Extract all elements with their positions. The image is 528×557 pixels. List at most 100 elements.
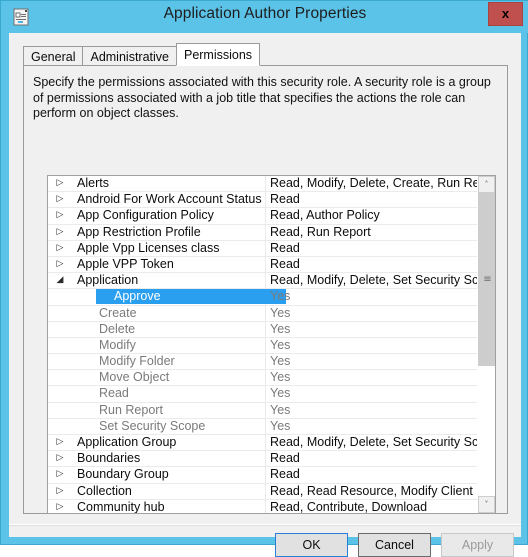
expander-collapsed-icon[interactable]: ▷ bbox=[53, 176, 67, 191]
description-text: Specify the permissions associated with … bbox=[33, 75, 491, 120]
table-row[interactable]: ▷ Apple Vpp Licenses class Read bbox=[48, 241, 478, 257]
table-row[interactable]: ▷ Boundary Group Read bbox=[48, 467, 478, 484]
expander-none-icon bbox=[53, 289, 67, 304]
table-row[interactable]: ▷ Collection Read, Read Resource, Modify C… bbox=[48, 484, 478, 500]
row-operations: Read, Read Resource, Modify Client Statu… bbox=[270, 483, 478, 498]
row-operations: Read, Contribute, Download bbox=[270, 499, 428, 514]
row-name: Modify bbox=[99, 337, 136, 352]
row-name: Approve bbox=[96, 289, 286, 305]
row-operations: Read bbox=[270, 192, 300, 207]
table-row[interactable]: Modify Yes bbox=[48, 337, 478, 355]
table-row[interactable]: ▷ Android For Work Account Status Read bbox=[48, 192, 478, 209]
row-name: Read bbox=[99, 386, 129, 401]
row-operations: Read, Modify, Delete, Create, Run Report… bbox=[270, 176, 478, 190]
expander-collapsed-icon[interactable]: ▷ bbox=[53, 241, 67, 256]
row-operations: Read, Modify, Delete, Set Security Scope… bbox=[270, 435, 478, 449]
row-name: Delete bbox=[99, 321, 136, 336]
permissions-rows: ▷ Alerts Read, Modify, Delete, Create, Run… bbox=[48, 176, 478, 514]
cancel-button[interactable]: Cancel bbox=[358, 533, 431, 557]
expander-collapsed-icon[interactable]: ▷ bbox=[53, 208, 67, 223]
expander-none-icon bbox=[53, 322, 67, 337]
scroll-up-icon[interactable]: ˄ bbox=[478, 176, 495, 193]
expander-collapsed-icon[interactable]: ▷ bbox=[53, 192, 67, 207]
row-name: Application bbox=[77, 273, 139, 288]
row-operations: Yes bbox=[270, 370, 291, 385]
expander-collapsed-icon[interactable]: ▷ bbox=[53, 435, 67, 450]
scroll-down-icon[interactable]: ˅ bbox=[478, 496, 495, 513]
table-row[interactable]: ▷ Alerts Read, Modify, Delete, Create, Run… bbox=[48, 176, 478, 193]
row-name: App Configuration Policy bbox=[77, 208, 214, 223]
row-name: Boundary Group bbox=[77, 467, 169, 482]
row-operations: Read bbox=[270, 240, 300, 255]
expander-collapsed-icon[interactable]: ▷ bbox=[53, 484, 67, 499]
table-row[interactable]: Read Yes bbox=[48, 386, 478, 403]
expander-expanded-icon[interactable]: ◢ bbox=[53, 273, 67, 288]
row-name: Create bbox=[99, 305, 137, 320]
row-name: Boundaries bbox=[77, 451, 141, 466]
table-row[interactable]: ▷ Community hub Read, Contribute, Download bbox=[48, 499, 478, 514]
expander-collapsed-icon[interactable]: ▷ bbox=[53, 451, 67, 466]
row-operations: Yes bbox=[270, 321, 291, 336]
table-row[interactable]: Move Object Yes bbox=[48, 370, 478, 387]
row-operations: Read bbox=[270, 467, 300, 482]
table-row[interactable]: Create Yes bbox=[48, 306, 478, 322]
tab-administrative-users[interactable]: Administrative Users bbox=[82, 46, 177, 82]
expander-none-icon bbox=[53, 403, 67, 418]
table-row[interactable]: ▷ Apple VPP Token Read bbox=[48, 256, 478, 274]
ok-button[interactable]: OK bbox=[275, 533, 348, 557]
row-name: Move Object bbox=[99, 370, 170, 385]
expander-none-icon bbox=[53, 386, 67, 401]
table-row[interactable]: ▷ App Configuration Policy Read, Author Po… bbox=[48, 208, 478, 225]
row-operations: Read, Run Report bbox=[270, 224, 371, 239]
row-operations: Yes bbox=[270, 305, 291, 320]
table-row[interactable]: Modify Folder Yes bbox=[48, 354, 478, 371]
row-name: App Restriction Profile bbox=[77, 224, 201, 239]
title-bar: Application Author Properties x bbox=[1, 1, 528, 33]
dialog-client-area: GeneralAdministrative UsersPermissions S… bbox=[9, 33, 521, 557]
tab-permissions[interactable]: Permissions bbox=[175, 43, 261, 66]
apply-button[interactable]: Apply bbox=[441, 533, 514, 557]
close-icon: x bbox=[501, 6, 510, 21]
row-name: Alerts bbox=[77, 176, 109, 190]
close-button[interactable]: x bbox=[488, 2, 523, 26]
table-row[interactable]: ▷ Boundaries Read bbox=[48, 451, 478, 468]
table-row[interactable]: Run Report Yes bbox=[48, 403, 478, 419]
permissions-list[interactable]: ▷ Alerts Read, Modify, Delete, Create, Run… bbox=[47, 175, 496, 514]
table-row[interactable]: Approve Yes bbox=[48, 289, 478, 306]
properties-dialog-window: Application Author Properties x General A… bbox=[0, 0, 528, 557]
vertical-scrollbar[interactable]: ˄ ≡ ˅ bbox=[477, 176, 495, 513]
row-name: Modify Folder bbox=[99, 354, 175, 369]
expander-none-icon bbox=[53, 419, 67, 434]
row-name: Collection bbox=[77, 483, 132, 498]
row-operations: Read, Author Policy bbox=[270, 208, 380, 223]
table-row[interactable]: ▷ App Restriction Profile Read, Run Report bbox=[48, 225, 478, 241]
expander-collapsed-icon[interactable]: ▷ bbox=[53, 467, 67, 482]
scrollbar-grip-icon: ≡ bbox=[483, 273, 492, 285]
tab-general[interactable]: General bbox=[23, 46, 84, 65]
table-row[interactable]: Set Security Scope Yes bbox=[48, 419, 478, 435]
table-row[interactable]: ▷ Application Group Read, Modify, Delete, … bbox=[48, 435, 478, 452]
row-name: Set Security Scope bbox=[99, 418, 206, 433]
expander-collapsed-icon[interactable]: ▷ bbox=[53, 257, 67, 272]
row-operations: Read bbox=[270, 451, 300, 466]
table-row[interactable]: Delete Yes bbox=[48, 322, 478, 338]
window-title: Application Author Properties bbox=[163, 5, 367, 22]
row-name: Android For Work Account Status bbox=[77, 192, 262, 207]
expander-collapsed-icon[interactable]: ▷ bbox=[53, 500, 67, 513]
row-operations: Yes bbox=[270, 289, 291, 304]
table-row[interactable]: ◢ Application Read, Modify, Delete, Set Se… bbox=[48, 273, 478, 290]
row-name: Run Report bbox=[99, 402, 163, 417]
expander-none-icon bbox=[53, 370, 67, 385]
row-name: Apple VPP Token bbox=[77, 256, 174, 271]
row-operations: Yes bbox=[270, 402, 291, 417]
expander-none-icon bbox=[53, 354, 67, 369]
expander-none-icon bbox=[53, 306, 67, 321]
row-name: Apple Vpp Licenses class bbox=[77, 240, 220, 255]
expander-collapsed-icon[interactable]: ▷ bbox=[53, 225, 67, 240]
row-operations: Yes bbox=[270, 354, 291, 369]
footer-separator bbox=[9, 524, 521, 526]
row-name: Application Group bbox=[77, 435, 177, 449]
row-operations: Read, Modify, Delete, Set Security Scope… bbox=[270, 273, 478, 288]
scrollbar-thumb[interactable]: ≡ bbox=[478, 193, 495, 366]
row-operations: Yes bbox=[270, 418, 291, 433]
